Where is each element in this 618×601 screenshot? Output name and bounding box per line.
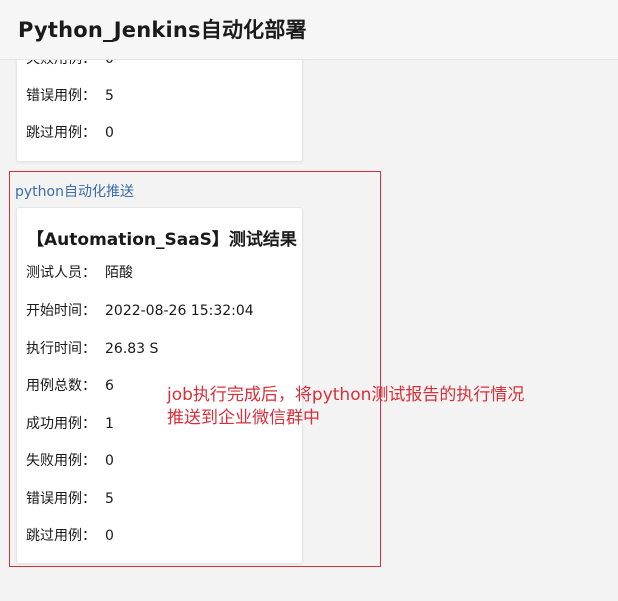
annotation-line: 推送到企业微信群中	[167, 408, 320, 428]
report-row: 测试人员： 陌酸	[26, 264, 133, 282]
row-label: 跳过用例：	[26, 125, 96, 141]
row-label: 错误用例：	[26, 88, 96, 104]
row-value: 陌酸	[105, 265, 133, 281]
row-value: 1	[105, 416, 114, 432]
push-bot-link[interactable]: python自动化推送	[15, 181, 134, 201]
app-header: Python_Jenkins自动化部署	[0, 0, 618, 60]
page-title: Python_Jenkins自动化部署	[18, 18, 307, 42]
report-row: 成功用例： 1	[26, 415, 114, 433]
row-label: 测试人员：	[26, 265, 96, 281]
row-value: 0	[105, 453, 114, 469]
row-value: 5	[105, 88, 114, 104]
row-label: 错误用例：	[26, 491, 96, 507]
report-row: 跳过用例： 0	[26, 527, 114, 545]
annotation-note: job执行完成后，将python测试报告的执行情况 推送到企业微信群中	[167, 384, 524, 430]
annotation-line: job执行完成后，将python测试报告的执行情况	[167, 385, 525, 405]
row-label: 成功用例：	[26, 416, 96, 432]
row-label: 跳过用例：	[26, 528, 96, 544]
row-label: 用例总数：	[26, 378, 96, 394]
row-value: 26.83 S	[105, 341, 159, 357]
row-label: 开始时间：	[26, 303, 96, 319]
report-row: 错误用例： 5	[26, 87, 114, 105]
report-row: 错误用例： 5	[26, 490, 114, 508]
report-row: 开始时间： 2022-08-26 15:32:04	[26, 302, 254, 320]
report-row: 执行时间： 26.83 S	[26, 340, 158, 358]
row-value: 5	[105, 491, 114, 507]
row-label: 执行时间：	[26, 341, 96, 357]
row-value: 6	[105, 378, 114, 394]
report-title: 【Automation_SaaS】测试结果	[27, 230, 297, 250]
report-row: 失败用例： 0	[26, 452, 114, 470]
row-value: 0	[105, 528, 114, 544]
row-value: 2022-08-26 15:32:04	[105, 303, 254, 319]
row-label: 失败用例：	[26, 453, 96, 469]
row-value: 0	[105, 125, 114, 141]
report-row: 跳过用例： 0	[26, 124, 114, 142]
report-row: 用例总数： 6	[26, 377, 114, 395]
